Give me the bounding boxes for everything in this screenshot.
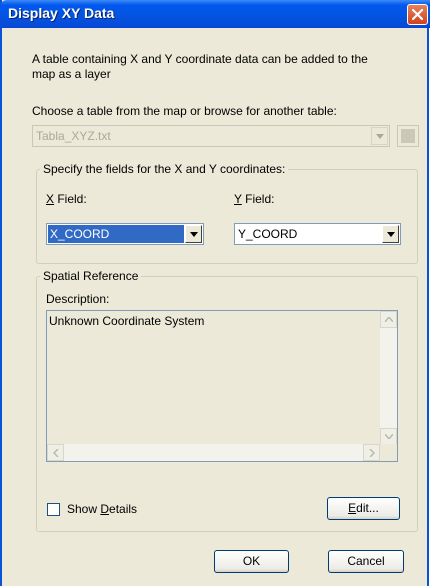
x-field-label: X Field: <box>46 192 87 206</box>
scroll-left-button[interactable] <box>47 444 64 461</box>
y-field-value: Y_COORD <box>238 227 298 241</box>
chevron-right-icon <box>369 449 376 457</box>
x-field-dropdown-button[interactable] <box>185 225 202 243</box>
fields-group-title: Specify the fields for the X and Y coord… <box>40 162 289 176</box>
horizontal-scrollbar[interactable] <box>47 444 380 461</box>
chevron-down-icon <box>385 434 393 439</box>
x-field-combo[interactable]: X_COORD <box>46 223 204 245</box>
browse-button[interactable] <box>397 125 419 147</box>
table-combo-value: Tabla_XYZ.txt <box>36 129 111 143</box>
vertical-scrollbar[interactable] <box>380 311 397 445</box>
close-button[interactable] <box>407 4 428 25</box>
table-combo-dropdown-button[interactable] <box>371 127 388 145</box>
y-field-label: Y Field: <box>234 192 275 206</box>
spatial-reference-title: Spatial Reference <box>40 269 142 283</box>
window-title: Display XY Data <box>8 5 115 21</box>
scroll-up-button[interactable] <box>380 311 397 328</box>
edit-button[interactable]: Edit... <box>327 497 400 520</box>
intro-text-line2: map as a layer <box>32 67 111 81</box>
browse-icon <box>401 129 415 143</box>
chevron-down-icon <box>387 232 395 237</box>
show-details-label[interactable]: Show Details <box>67 502 137 516</box>
chevron-left-icon <box>53 449 59 457</box>
y-field-dropdown-button[interactable] <box>382 225 399 243</box>
scroll-right-button[interactable] <box>363 444 380 461</box>
description-text: Unknown Coordinate System <box>49 314 205 328</box>
x-field-value: X_COORD <box>48 225 184 243</box>
ok-button[interactable]: OK <box>214 550 289 573</box>
cancel-button[interactable]: Cancel <box>328 550 404 573</box>
show-details-checkbox[interactable] <box>47 503 60 516</box>
fields-group <box>36 169 418 264</box>
description-label: Description: <box>46 292 110 306</box>
close-icon <box>412 9 423 20</box>
intro-text-line1: A table containing X and Y coordinate da… <box>32 52 368 66</box>
chevron-down-icon <box>376 134 384 139</box>
table-combo[interactable]: Tabla_XYZ.txt <box>32 125 390 147</box>
table-label: Choose a table from the map or browse fo… <box>32 104 337 118</box>
title-bar[interactable]: Display XY Data <box>0 0 430 28</box>
chevron-up-icon <box>385 317 393 322</box>
scroll-down-button[interactable] <box>380 428 397 445</box>
description-textarea[interactable]: Unknown Coordinate System <box>46 310 398 462</box>
scrollbar-corner <box>380 444 397 461</box>
y-field-combo[interactable]: Y_COORD <box>234 223 401 245</box>
chevron-down-icon <box>190 232 198 237</box>
